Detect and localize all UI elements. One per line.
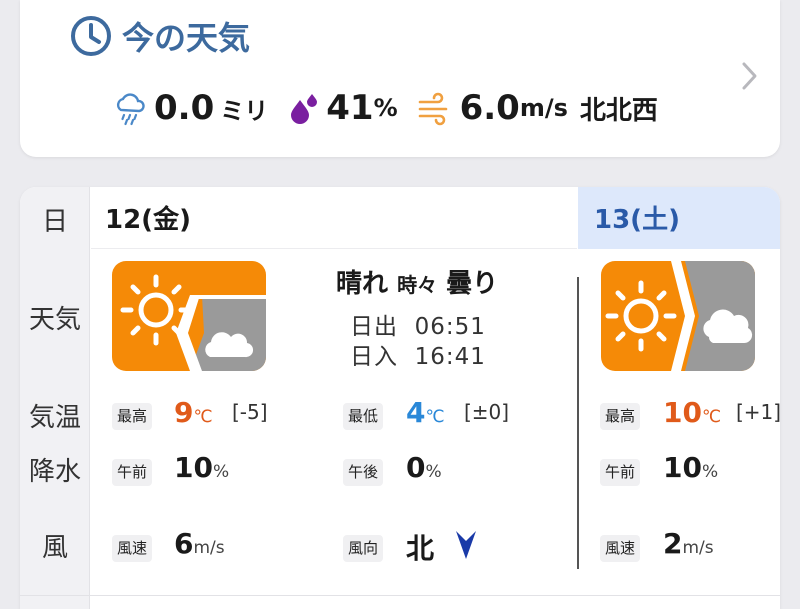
day-date: 13(土) (594, 205, 680, 235)
rain-unit: ミリ (220, 96, 269, 125)
row-label-weather: 天気 (28, 305, 81, 335)
max-temp-diff: [+1] (736, 400, 780, 424)
wind-direction: 北北西 (579, 95, 658, 126)
droplets-icon (291, 94, 318, 124)
wind-dir-value: 北 (406, 532, 435, 565)
current-weather-header: 今の天気 (70, 12, 250, 60)
precip-pm-label: 午後 (343, 459, 384, 486)
table-bottom-border (20, 595, 780, 596)
sunrise: 日出 06:51 (350, 314, 486, 340)
min-temp-diff: [±0] (464, 400, 510, 424)
wind-speed-label: 風速 (600, 535, 641, 562)
wind-speed-value: 2m/s (663, 527, 714, 560)
max-temp-diff: [-5] (232, 400, 268, 424)
row-labels-column: 日 天気 気温 降水 風 (20, 187, 90, 609)
sunset: 日入 16:41 (350, 344, 486, 370)
arrow-down-icon (456, 531, 476, 559)
day-header-13: 13(土) (578, 187, 780, 249)
day-divider (577, 277, 579, 569)
max-temp-label: 最高 (600, 403, 641, 430)
row-label-day: 日 (41, 207, 68, 237)
max-temp-value: 9℃ (174, 396, 213, 429)
min-temp-label: 最低 (343, 403, 384, 430)
current-weather-summary: 0.0 ミリ 41 % 6.0 m/s 北北西 (112, 84, 658, 132)
forecast-card: 日 天気 気温 降水 風 12(金) 13(土) 晴れ 時々 曇り 日出 06:… (20, 187, 780, 609)
row-label-precip: 降水 (28, 457, 81, 487)
clock-icon (71, 16, 111, 56)
wind-dir-label: 風向 (343, 535, 384, 562)
sun-then-cloud-icon (112, 261, 266, 371)
rain-cloud-icon (116, 93, 145, 126)
wind-speed-value: 6m/s (174, 527, 225, 560)
precip-am-label: 午前 (112, 459, 153, 486)
precip-pm-value: 0% (406, 451, 442, 484)
day-date: 12(金) (105, 205, 191, 235)
current-weather-title: 今の天気 (122, 19, 251, 57)
row-label-temp: 気温 (28, 403, 81, 433)
row-label-wind: 風 (41, 533, 68, 563)
weather-condition: 晴れ 時々 曇り (336, 269, 499, 299)
precip-am-value: 10% (663, 451, 719, 484)
humidity-unit: % (373, 94, 398, 122)
rain-value: 0.0 (154, 88, 215, 128)
current-weather-card[interactable]: 今の天気 0.0 ミリ 41 % 6.0 m/s 北北西 (20, 0, 780, 157)
min-temp-value: 4℃ (406, 396, 445, 429)
precip-am-label: 午前 (600, 459, 641, 486)
wind-icon (418, 92, 447, 126)
max-temp-label: 最高 (112, 403, 153, 430)
day-header-12: 12(金) (91, 187, 577, 249)
max-temp-value: 10℃ (663, 396, 722, 429)
chevron-right-icon[interactable] (740, 60, 760, 92)
wind-value: 6.0 (459, 88, 520, 128)
sun-then-cloud-icon (601, 261, 755, 371)
wind-unit: m/s (519, 94, 568, 122)
humidity-value: 41 (326, 88, 374, 128)
wind-speed-label: 風速 (112, 535, 153, 562)
precip-am-value: 10% (174, 451, 230, 484)
